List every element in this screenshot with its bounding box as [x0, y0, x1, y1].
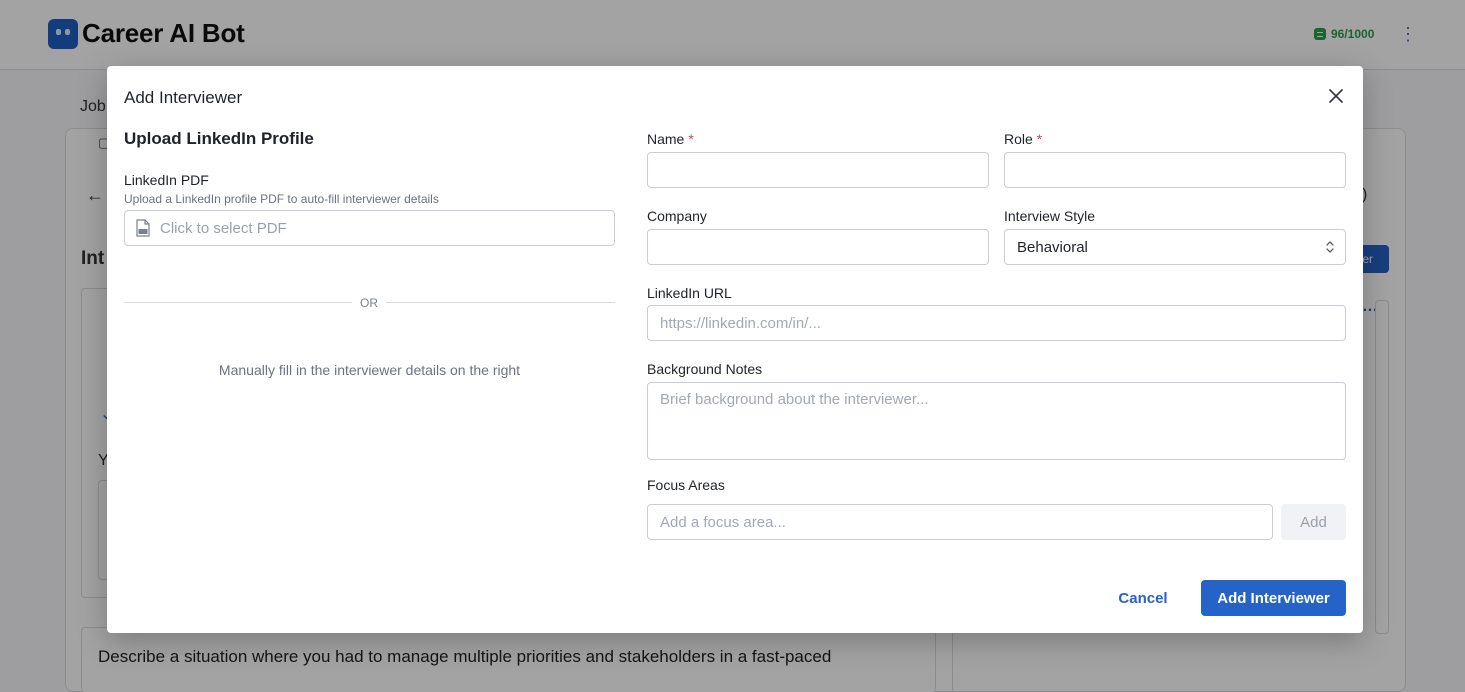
pdf-file-icon — [136, 219, 150, 237]
pdf-file-picker[interactable]: Click to select PDF — [124, 210, 615, 246]
focus-areas-label: Focus Areas — [647, 477, 725, 493]
role-label: Role * — [1004, 131, 1042, 147]
or-divider-right — [386, 302, 615, 303]
role-input[interactable] — [1004, 152, 1346, 188]
pdf-placeholder: Click to select PDF — [160, 219, 287, 237]
cancel-button[interactable]: Cancel — [1107, 580, 1179, 616]
modal-title: Add Interviewer — [124, 88, 243, 107]
close-icon — [1329, 89, 1343, 103]
or-divider-label: OR — [360, 296, 378, 310]
name-input[interactable] — [647, 152, 989, 188]
interview-style-label: Interview Style — [1004, 208, 1096, 224]
focus-area-input[interactable] — [647, 504, 1273, 540]
linkedin-pdf-help: Upload a LinkedIn profile PDF to auto-fi… — [124, 192, 439, 206]
add-interviewer-modal: Add Interviewer Upload LinkedIn Profile … — [107, 66, 1363, 633]
or-divider-left — [124, 302, 352, 303]
add-focus-area-button[interactable]: Add — [1281, 504, 1346, 540]
linkedin-pdf-label: LinkedIn PDF — [124, 172, 209, 188]
interview-style-select[interactable]: Behavioral — [1004, 229, 1346, 265]
add-interviewer-button[interactable]: Add Interviewer — [1201, 580, 1346, 616]
linkedin-url-input[interactable] — [647, 305, 1346, 341]
select-caret-icon — [1326, 241, 1334, 253]
manual-fill-hint: Manually fill in the interviewer details… — [218, 362, 521, 378]
role-label-text: Role — [1004, 131, 1033, 147]
name-label: Name * — [647, 131, 694, 147]
name-required-mark: * — [688, 131, 694, 147]
close-button[interactable] — [1326, 86, 1346, 106]
company-input[interactable] — [647, 229, 989, 265]
linkedin-url-label: LinkedIn URL — [647, 285, 732, 301]
background-notes-textarea[interactable] — [647, 382, 1346, 460]
name-label-text: Name — [647, 131, 685, 147]
company-label: Company — [647, 208, 707, 224]
background-notes-label: Background Notes — [647, 361, 763, 377]
upload-section-heading: Upload LinkedIn Profile — [124, 129, 314, 148]
interview-style-value: Behavioral — [1017, 238, 1088, 256]
role-required-mark: * — [1036, 131, 1043, 147]
